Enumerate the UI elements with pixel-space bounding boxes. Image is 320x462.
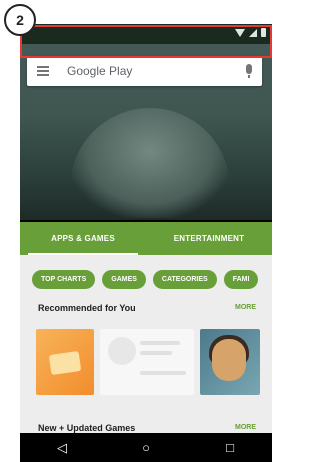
section-title-recommended: Recommended for You [38, 303, 136, 313]
chip-games[interactable]: GAMES [102, 270, 146, 289]
microphone-icon[interactable] [246, 64, 252, 78]
tab-apps-games[interactable]: APPS & GAMES [20, 222, 146, 255]
chip-categories[interactable]: CATEGORIES [152, 270, 217, 289]
main-content: TOP CHARTS GAMES CATEGORIES FAMI Recomme… [20, 255, 272, 441]
chip-family[interactable]: FAMI [223, 270, 259, 289]
search-bar-highlight [20, 25, 272, 58]
app-card[interactable] [36, 329, 94, 395]
app-card[interactable] [200, 329, 260, 395]
app-card[interactable] [100, 329, 194, 395]
hero-image [70, 108, 230, 218]
home-icon[interactable]: ○ [126, 440, 166, 455]
chip-row: TOP CHARTS GAMES CATEGORIES FAMI [32, 270, 259, 289]
step-number-badge: 2 [4, 4, 36, 36]
tab-entertainment[interactable]: ENTERTAINMENT [146, 222, 272, 255]
more-button-updated-games[interactable]: MORE [235, 424, 256, 431]
back-icon[interactable]: ◁ [42, 440, 82, 456]
chip-top-charts[interactable]: TOP CHARTS [32, 270, 96, 289]
search-bar[interactable]: Google Play [27, 56, 262, 86]
section-title-updated-games: New + Updated Games [38, 423, 136, 433]
more-button-recommended[interactable]: MORE [235, 304, 256, 311]
search-input[interactable]: Google Play [67, 64, 132, 78]
hamburger-menu-icon[interactable] [37, 66, 49, 76]
top-tabs: APPS & GAMES ENTERTAINMENT [20, 222, 272, 255]
navigation-bar: ◁ ○ □ [20, 433, 272, 462]
recents-icon[interactable]: □ [210, 440, 250, 455]
phone-screen: Google Play APPS & GAMES ENTERTAINMENT T… [20, 24, 272, 462]
